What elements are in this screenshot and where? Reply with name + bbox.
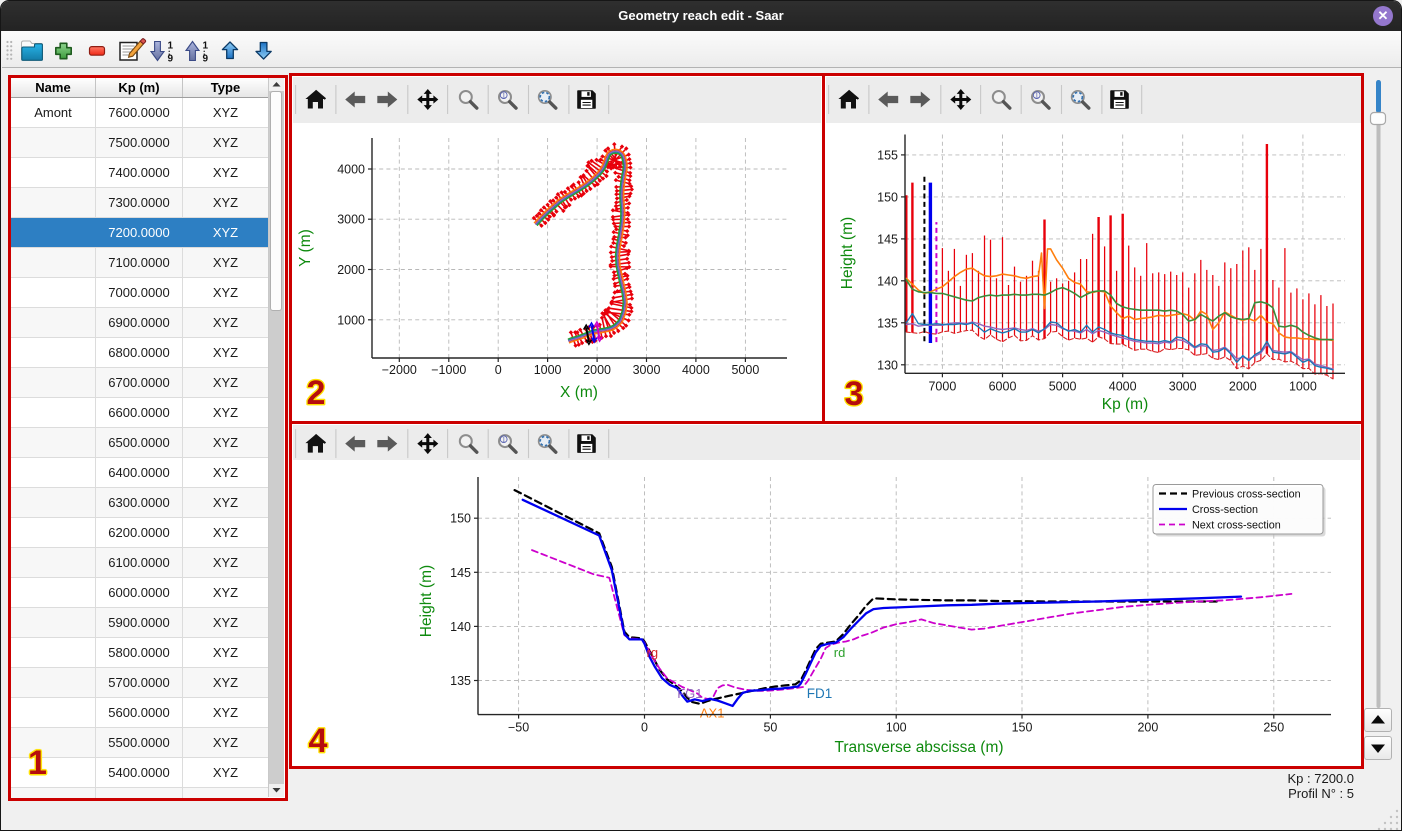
svg-text:Height (m): Height (m) (839, 217, 856, 289)
svg-text:3000: 3000 (1169, 379, 1197, 393)
svg-text:5000: 5000 (1049, 379, 1077, 393)
svg-text:50: 50 (763, 721, 777, 735)
svg-text:150: 150 (1012, 721, 1033, 735)
svg-text:100: 100 (886, 721, 907, 735)
svg-text:4: 4 (309, 722, 328, 760)
svg-text:1: 1 (168, 41, 174, 52)
svg-text:5000: 5000 (731, 363, 759, 377)
svg-text:140: 140 (450, 620, 471, 634)
svg-text:130: 130 (877, 358, 898, 372)
svg-text:1000: 1000 (534, 363, 562, 377)
svg-text:2000: 2000 (583, 363, 611, 377)
svg-text:4000: 4000 (337, 163, 365, 177)
svg-text:135: 135 (450, 674, 471, 688)
svg-text:rg: rg (647, 645, 659, 660)
svg-text:−50: −50 (508, 721, 529, 735)
svg-text:FG1: FG1 (677, 686, 702, 701)
svg-text:155: 155 (877, 148, 898, 162)
svg-text:Next cross-section: Next cross-section (1192, 519, 1281, 531)
svg-text:2000: 2000 (337, 263, 365, 277)
svg-text:2000: 2000 (1229, 379, 1257, 393)
svg-text:4000: 4000 (682, 363, 710, 377)
svg-text:X (m): X (m) (560, 384, 598, 401)
svg-text:AX1: AX1 (700, 706, 725, 721)
svg-text:Transverse abscissa (m): Transverse abscissa (m) (834, 739, 1003, 756)
svg-text:Previous cross-section: Previous cross-section (1192, 488, 1301, 500)
svg-text:200: 200 (1137, 721, 1158, 735)
svg-text:6000: 6000 (989, 379, 1017, 393)
svg-text:145: 145 (450, 566, 471, 580)
svg-text:Y (m): Y (m) (297, 229, 314, 267)
svg-text:9: 9 (168, 54, 174, 65)
svg-text:250: 250 (1263, 721, 1284, 735)
svg-text:1000: 1000 (337, 313, 365, 327)
svg-text:4000: 4000 (1109, 379, 1137, 393)
svg-text:3000: 3000 (337, 213, 365, 227)
svg-text:0: 0 (641, 721, 648, 735)
svg-text:140: 140 (877, 274, 898, 288)
svg-text:150: 150 (877, 190, 898, 204)
svg-text:145: 145 (877, 232, 898, 246)
svg-text:150: 150 (450, 512, 471, 526)
svg-text:1: 1 (203, 41, 209, 52)
svg-text:9: 9 (203, 54, 209, 65)
svg-text:−2000: −2000 (382, 363, 417, 377)
svg-text:rd: rd (834, 645, 846, 660)
svg-text:7000: 7000 (928, 379, 956, 393)
svg-text:3: 3 (845, 375, 864, 413)
svg-text:0: 0 (495, 363, 502, 377)
svg-text:2: 2 (307, 374, 326, 412)
svg-text:Cross-section: Cross-section (1192, 504, 1258, 516)
svg-text:1000: 1000 (1289, 379, 1317, 393)
svg-text:FD1: FD1 (807, 686, 833, 701)
svg-text:3000: 3000 (633, 363, 661, 377)
svg-text:−1000: −1000 (431, 363, 466, 377)
svg-text:Kp (m): Kp (m) (1102, 396, 1149, 413)
svg-text:Height (m): Height (m) (418, 565, 435, 637)
svg-text:135: 135 (877, 316, 898, 330)
